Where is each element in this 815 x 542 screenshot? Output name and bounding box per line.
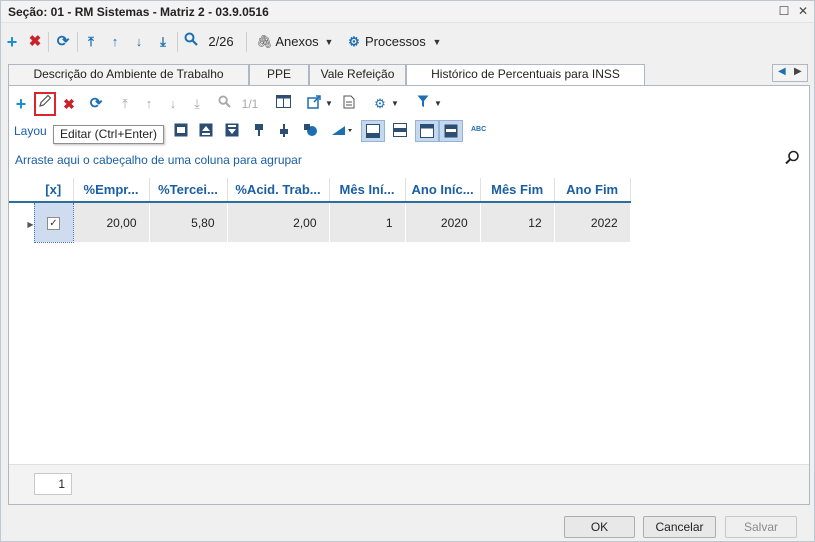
column-header-ano-fim[interactable]: Ano Fim — [554, 178, 631, 203]
gear-icon: ⚙ — [348, 34, 360, 49]
processos-button[interactable]: Processos — [365, 31, 426, 53]
unpin-icon[interactable] — [277, 123, 293, 139]
cell-mes-inicio[interactable]: 1 — [329, 202, 406, 242]
move-down-icon[interactable] — [225, 123, 241, 139]
window-title: Seção: 01 - RM Sistemas - Matriz 2 - 03.… — [8, 5, 269, 19]
grid-search-icon[interactable] — [216, 95, 232, 113]
toolbar-separator — [77, 32, 78, 52]
align-top-icon[interactable] — [174, 123, 190, 139]
columns-icon[interactable] — [274, 95, 292, 113]
page-number-input[interactable]: 1 — [34, 473, 72, 495]
export-dropdown-icon[interactable]: ▼ — [324, 95, 334, 113]
column-header-mes-inicio[interactable]: Mês Iní... — [329, 178, 406, 203]
edit-tooltip: Editar (Ctrl+Enter) — [53, 125, 165, 144]
toolbar-separator — [246, 32, 247, 52]
move-up-icon[interactable] — [199, 123, 215, 139]
row-checkbox[interactable]: ✓ — [47, 216, 60, 230]
grid-previous-icon[interactable]: ↑ — [141, 95, 157, 113]
spellcheck-abc-icon[interactable]: ABC — [471, 126, 489, 142]
layout-label: Layou — [14, 124, 47, 138]
first-record-icon[interactable]: ⤒ — [83, 31, 99, 53]
grid-next-icon[interactable]: ↓ — [165, 95, 181, 113]
search-icon[interactable] — [183, 31, 199, 53]
tab-ppe[interactable]: PPE — [249, 64, 309, 85]
maximize-icon[interactable]: ☐ — [777, 4, 791, 18]
tab-vale-refeicao[interactable]: Vale Refeição — [309, 64, 406, 85]
grid-delete-icon[interactable]: ✖ — [61, 95, 77, 113]
pencil-icon — [39, 94, 52, 107]
tab-scroll-right-icon[interactable]: ▶ — [794, 66, 802, 77]
column-header-perc-empresa[interactable]: %Empr... — [73, 178, 150, 203]
toolbar-separator — [177, 32, 178, 52]
record-position: 2/26 — [208, 34, 234, 49]
cell-ano-fim[interactable]: 2022 — [554, 202, 631, 242]
view-split-toggle[interactable] — [439, 120, 463, 142]
grid-header-row: [x] %Empr... %Tercei... %Acid. Trab... M… — [9, 178, 631, 203]
previous-record-icon[interactable]: ↑ — [107, 31, 123, 53]
row-select-cell[interactable]: ✓ — [33, 201, 74, 243]
export-icon[interactable] — [305, 95, 323, 113]
settings-gear-icon[interactable]: ⚙ — [372, 95, 388, 113]
toolbar-separator — [48, 32, 49, 52]
grid-find-icon[interactable] — [785, 150, 800, 168]
cell-mes-fim[interactable]: 12 — [480, 202, 555, 242]
grid-footer: 1 — [9, 464, 809, 504]
main-toolbar: + ✖ ⟳ ⤒ ↑ ↓ ⤓ 2/26 🖇 Anexos ▼ ⚙ Processo… — [1, 29, 814, 55]
grid-page-indicator: 1/1 — [241, 97, 259, 111]
next-record-icon[interactable]: ↓ — [131, 31, 147, 53]
settings-dropdown-icon[interactable]: ▼ — [390, 95, 400, 113]
document-icon[interactable] — [341, 95, 357, 113]
delete-icon[interactable]: ✖ — [27, 31, 43, 53]
table-row[interactable]: ▶ ✓ 20,00 5,80 2,00 1 2020 12 2022 — [9, 201, 631, 243]
cell-perc-empresa[interactable]: 20,00 — [73, 202, 150, 242]
view-top-toggle[interactable] — [415, 120, 439, 142]
tab-scroll-left-icon[interactable]: ◀ — [778, 66, 786, 77]
cell-perc-terceiros[interactable]: 5,80 — [149, 202, 228, 242]
column-header-ano-inicio[interactable]: Ano Iníc... — [405, 178, 481, 203]
filter-icon[interactable] — [415, 95, 431, 113]
cancel-button[interactable]: Cancelar — [643, 516, 716, 538]
processos-dropdown-icon[interactable]: ▼ — [431, 31, 443, 53]
grid-first-icon[interactable]: ⤒ — [117, 95, 133, 113]
paperclip-icon: 🖇 — [256, 34, 273, 49]
grid-add-icon[interactable]: + — [13, 95, 29, 113]
chart-style-icon[interactable] — [331, 123, 353, 139]
anexos-button[interactable]: Anexos — [274, 31, 320, 53]
cell-perc-acid-trab[interactable]: 2,00 — [227, 202, 330, 242]
grid-edit-button[interactable] — [34, 92, 56, 116]
group-by-area[interactable]: Arraste aqui o cabeçalho de uma coluna p… — [15, 153, 302, 167]
last-record-icon[interactable]: ⤓ — [155, 31, 171, 53]
column-header-perc-acid-trab[interactable]: %Acid. Trab... — [227, 178, 330, 203]
column-header-select[interactable]: [x] — [34, 178, 74, 203]
tab-descricao-ambiente[interactable]: Descrição do Ambiente de Trabalho — [8, 64, 249, 85]
close-icon[interactable]: ✕ — [796, 4, 810, 18]
view-bottom-toggle[interactable] — [361, 120, 385, 142]
anexos-dropdown-icon[interactable]: ▼ — [323, 31, 335, 53]
pin-icon[interactable] — [252, 123, 268, 139]
grid-last-icon[interactable]: ⤓ — [189, 95, 205, 113]
dialog-window: Seção: 01 - RM Sistemas - Matriz 2 - 03.… — [0, 0, 815, 542]
cell-ano-inicio[interactable]: 2020 — [405, 202, 481, 242]
shapes-icon[interactable] — [303, 123, 319, 139]
tab-strip: Descrição do Ambiente de Trabalho PPE Va… — [8, 64, 810, 86]
save-button[interactable]: Salvar — [725, 516, 797, 538]
tab-scroll-buttons: ◀ ▶ — [772, 64, 808, 82]
tab-historico-inss[interactable]: Histórico de Percentuais para INSS — [406, 64, 645, 86]
column-header-perc-terceiros[interactable]: %Tercei... — [149, 178, 228, 203]
tab-content-panel: + ✖ ⟳ ⤒ ↑ ↓ ⤓ 1/1 ▼ ⚙ ▼ ▼ Layou ABC Edit… — [8, 85, 810, 505]
ok-button[interactable]: OK — [564, 516, 635, 538]
title-bar: Seção: 01 - RM Sistemas - Matriz 2 - 03.… — [1, 1, 814, 23]
data-grid: [x] %Empr... %Tercei... %Acid. Trab... M… — [9, 178, 631, 243]
filter-dropdown-icon[interactable]: ▼ — [433, 95, 443, 113]
grid-refresh-icon[interactable]: ⟳ — [87, 95, 105, 113]
row-indicator-header — [9, 178, 34, 203]
refresh-icon[interactable]: ⟳ — [54, 31, 72, 53]
row-indicator: ▶ — [9, 202, 34, 242]
column-header-mes-fim[interactable]: Mês Fim — [480, 178, 555, 203]
current-row-arrow-icon: ▶ — [27, 219, 34, 229]
view-middle-icon[interactable] — [393, 123, 409, 139]
add-icon[interactable]: + — [4, 31, 20, 53]
